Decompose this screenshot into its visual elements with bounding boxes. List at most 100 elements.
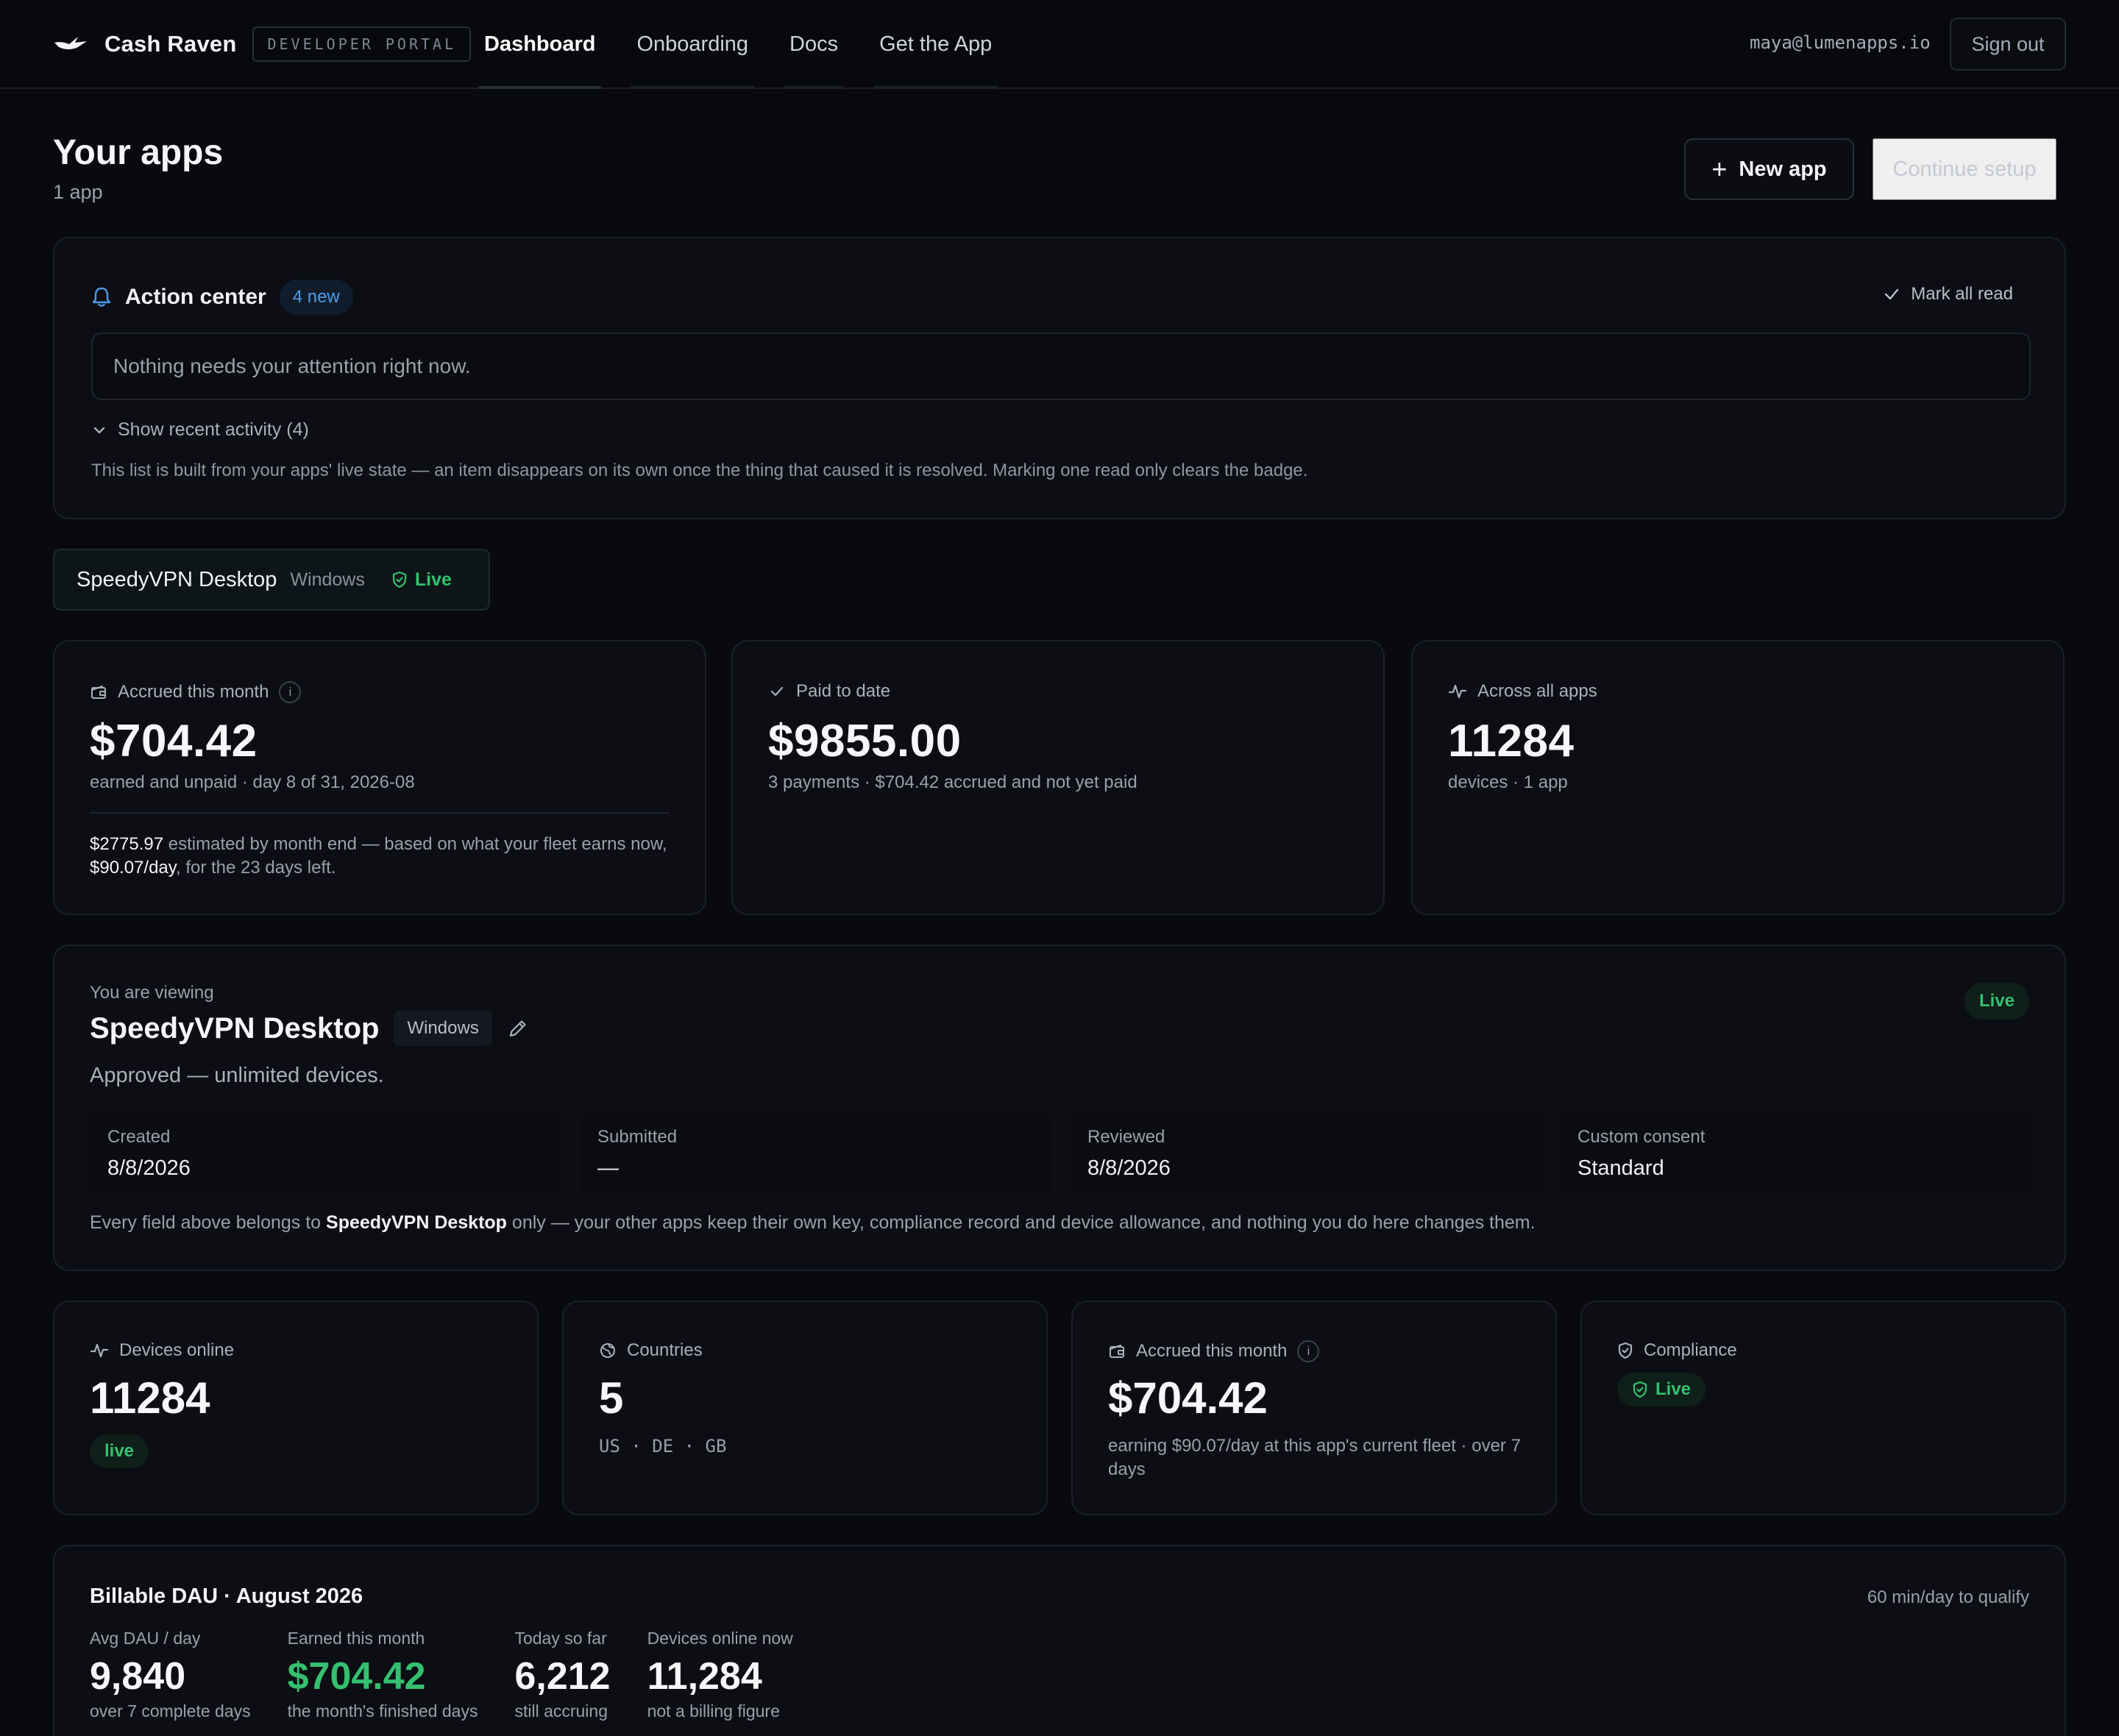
metric-sub: over 7 complete days [90,1701,251,1721]
accrued-sub: earned and unpaid · day 8 of 31, 2026-08 [90,772,415,792]
metric-value: 11,284 [647,1655,762,1698]
compliance-label: Compliance [1617,1340,1737,1361]
across-apps-card: Across all apps 11284 devices · 1 app [1411,640,2065,915]
meta-submitted: Submitted — [580,1112,1052,1195]
show-recent-activity-label: Show recent activity (4) [118,419,309,440]
qualify-rule: 60 min/day to qualify [1867,1587,2029,1607]
accrued-value: $704.42 [90,716,258,766]
metric-sub: not a billing figure [647,1701,780,1721]
dau-metrics: Avg DAU / day 9,840 over 7 complete days… [90,1629,830,1721]
estimate-text-2: , for the 23 days left. [176,858,336,878]
meta-reviewed: Reviewed 8/8/2026 [1070,1112,1542,1195]
devices-online-value: 11284 [90,1373,210,1423]
month-end-estimate: $2775.97 estimated by month end — based … [90,833,671,880]
app-accrued-label-text: Accrued this month [1136,1341,1288,1361]
user-email: maya@lumenapps.io [1750,32,1931,53]
meta-label: Created [107,1127,171,1147]
action-center-card: Action center 4 new Mark all read Nothin… [53,237,2066,519]
activity-icon [90,1343,109,1358]
divider [90,812,670,814]
paid-sub: 3 payments · $704.42 accrued and not yet… [768,772,1137,792]
pencil-icon[interactable] [507,1017,529,1039]
app-details-card: You are viewing SpeedyVPN Desktop Window… [53,945,2066,1271]
info-icon[interactable]: i [279,681,302,703]
nav-onboarding[interactable]: Onboarding [631,0,754,89]
nav-docs[interactable]: Docs [784,0,845,89]
meta-label: Custom consent [1577,1127,1706,1147]
scope-note: Every field above belongs to SpeedyVPN D… [90,1212,1536,1234]
countries-card: Countries 5 US · DE · GB [562,1301,1048,1515]
metric-label: Avg DAU / day [90,1629,201,1648]
meta-label: Submitted [597,1127,678,1147]
show-recent-activity-toggle[interactable]: Show recent activity (4) [91,419,309,441]
across-label-text: Across all apps [1477,681,1597,701]
metric-today: Today so far 6,212 still accruing [514,1629,610,1721]
metric-label: Earned this month [287,1629,425,1648]
countries-value: 5 [599,1373,624,1423]
app-chip-name: SpeedyVPN Desktop [77,567,277,591]
paid-label-text: Paid to date [796,681,891,701]
devices-online-label-text: Devices online [119,1340,235,1360]
scope-note-app: SpeedyVPN Desktop [326,1212,507,1233]
wallet-icon [1110,1345,1124,1358]
countries-list: US · DE · GB [599,1436,727,1456]
meta-custom-consent: Custom consent Standard [1560,1112,2032,1195]
paid-label: Paid to date [768,681,890,702]
action-center-header: Action center 4 new [91,280,353,315]
compliance-status-label: Live [1655,1379,1692,1399]
globe-icon [600,1343,615,1358]
metric-value: 9,840 [90,1655,186,1698]
top-nav-bar: Cash Raven DEVELOPER PORTAL Dashboard On… [0,0,2119,89]
activity-icon [1448,684,1467,699]
new-app-button[interactable]: + New app [1684,138,1854,200]
shield-check-icon [1618,1342,1633,1359]
sign-out-button[interactable]: Sign out [1950,18,2066,71]
app-accrued-card: Accrued this month i $704.42 earning $90… [1071,1301,1557,1515]
continue-setup-button[interactable]: Continue setup [1873,138,2056,200]
metric-label: Today so far [514,1629,607,1648]
info-icon[interactable]: i [1297,1340,1320,1362]
app-count: 1 app [53,181,103,203]
nav-get-the-app[interactable]: Get the App [873,0,998,89]
page-title: Your apps [53,133,224,172]
bell-icon [92,287,111,307]
meta-value: — [597,1156,619,1180]
mark-all-read-button[interactable]: Mark all read [1883,284,2013,305]
new-app-label: New app [1739,157,1827,181]
metric-value: $704.42 [287,1655,426,1698]
raven-icon [54,37,87,49]
chevron-down-icon [93,427,105,433]
estimate-amount: $2775.97 [90,834,164,854]
paid-summary-card: Paid to date $9855.00 3 payments · $704.… [731,640,1385,915]
live-pill: live [90,1434,149,1468]
accrued-label: Accrued this month i [90,681,302,703]
scope-note-prefix: Every field above belongs to [90,1212,327,1233]
metric-earned: Earned this month $704.42 the month's fi… [288,1629,478,1721]
meta-value: 8/8/2026 [107,1156,191,1180]
meta-label: Reviewed [1087,1127,1165,1147]
across-value: 11284 [1448,716,1575,766]
check-icon [770,686,784,697]
mark-all-read-label: Mark all read [1911,284,2013,304]
accrued-summary-card: Accrued this month i $704.42 earned and … [53,640,706,915]
devices-online-card: Devices online 11284 live [53,1301,539,1515]
brand[interactable]: Cash Raven DEVELOPER PORTAL [53,26,472,62]
metric-label: Devices online now [647,1629,793,1648]
app-selector-chip[interactable]: SpeedyVPN Desktop Windows Live [53,549,490,611]
compliance-status-pill: Live [1617,1373,1706,1406]
nav-dashboard[interactable]: Dashboard [478,0,602,89]
shield-check-icon [392,571,406,588]
portal-badge: DEVELOPER PORTAL [252,26,472,62]
metric-sub: the month's finished days [287,1701,478,1721]
meta-value: 8/8/2026 [1087,1156,1171,1180]
action-center-note: This list is built from your apps' live … [91,460,1308,480]
app-chip-status: Live [391,569,452,591]
viewing-kicker: You are viewing [90,983,214,1003]
scope-note-suffix: only — your other apps keep their own ke… [506,1212,1536,1233]
across-label: Across all apps [1448,681,1597,702]
viewing-title-row: SpeedyVPN Desktop Windows [90,1011,529,1046]
empty-state-message: Nothing needs your attention right now. [91,332,2031,400]
countries-label: Countries [599,1340,703,1361]
app-chip-platform: Windows [290,569,365,590]
compliance-label-text: Compliance [1644,1340,1737,1360]
